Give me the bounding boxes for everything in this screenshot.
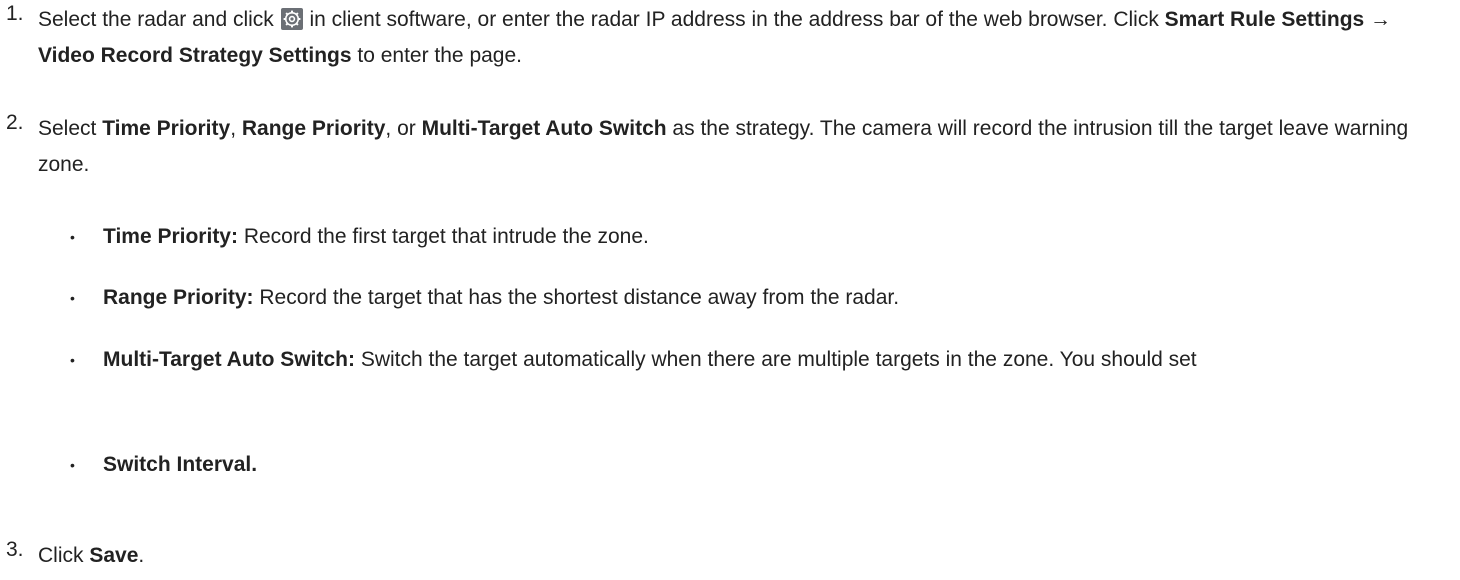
save-label-bold: Save bbox=[89, 544, 139, 567]
document-page: 1. Select the radar and click in client … bbox=[0, 0, 1460, 580]
bullet-description: Record the target that has the shortest … bbox=[253, 286, 900, 309]
bullet-label: Multi-Target Auto Switch: bbox=[103, 348, 355, 371]
step-text-segment: in client software, or enter the radar I… bbox=[303, 8, 1165, 31]
step-text-segment: . bbox=[138, 544, 145, 567]
step-text: Click Save. bbox=[38, 538, 1438, 574]
step-text-segment: , bbox=[230, 117, 242, 140]
step-text-segment: , or bbox=[385, 117, 422, 140]
option-name-bold: Multi-Target Auto Switch bbox=[421, 117, 667, 140]
bullet-text: Switch Interval. bbox=[103, 447, 1448, 483]
settings-gear-icon bbox=[280, 8, 303, 30]
bullet-text: Time Priority: Record the first target t… bbox=[103, 219, 1448, 255]
bullet-text: Range Priority: Record the target that h… bbox=[103, 280, 1448, 316]
step-text-segment: Select bbox=[38, 117, 103, 140]
bullet-marker: • bbox=[70, 352, 75, 368]
step-number: 1. bbox=[6, 2, 24, 25]
bullet-description: Record the first target that intrude the… bbox=[237, 225, 649, 248]
step-number: 3. bbox=[6, 538, 24, 561]
bullet-description: Switch the target automatically when the… bbox=[354, 348, 1197, 371]
bullet-label: Switch Interval. bbox=[103, 453, 258, 476]
step-text: Select the radar and click in client sof… bbox=[38, 2, 1438, 74]
step-text-segment: Select the radar and click bbox=[38, 8, 280, 31]
step-text-segment: to enter the page. bbox=[351, 44, 522, 67]
step-number: 2. bbox=[6, 111, 24, 134]
bullet-text: Multi-Target Auto Switch: Switch the tar… bbox=[103, 342, 1448, 378]
bullet-label: Range Priority: bbox=[103, 286, 254, 309]
option-name-bold: Range Priority bbox=[241, 117, 386, 140]
bullet-marker: • bbox=[70, 229, 75, 245]
bullet-label: Time Priority: bbox=[103, 225, 238, 248]
bullet-marker: • bbox=[70, 457, 75, 473]
option-name-bold: Time Priority bbox=[102, 117, 231, 140]
step-text: Select Time Priority, Range Priority, or… bbox=[38, 111, 1438, 183]
step-text-segment: Click bbox=[38, 544, 90, 567]
bullet-marker: • bbox=[70, 290, 75, 306]
